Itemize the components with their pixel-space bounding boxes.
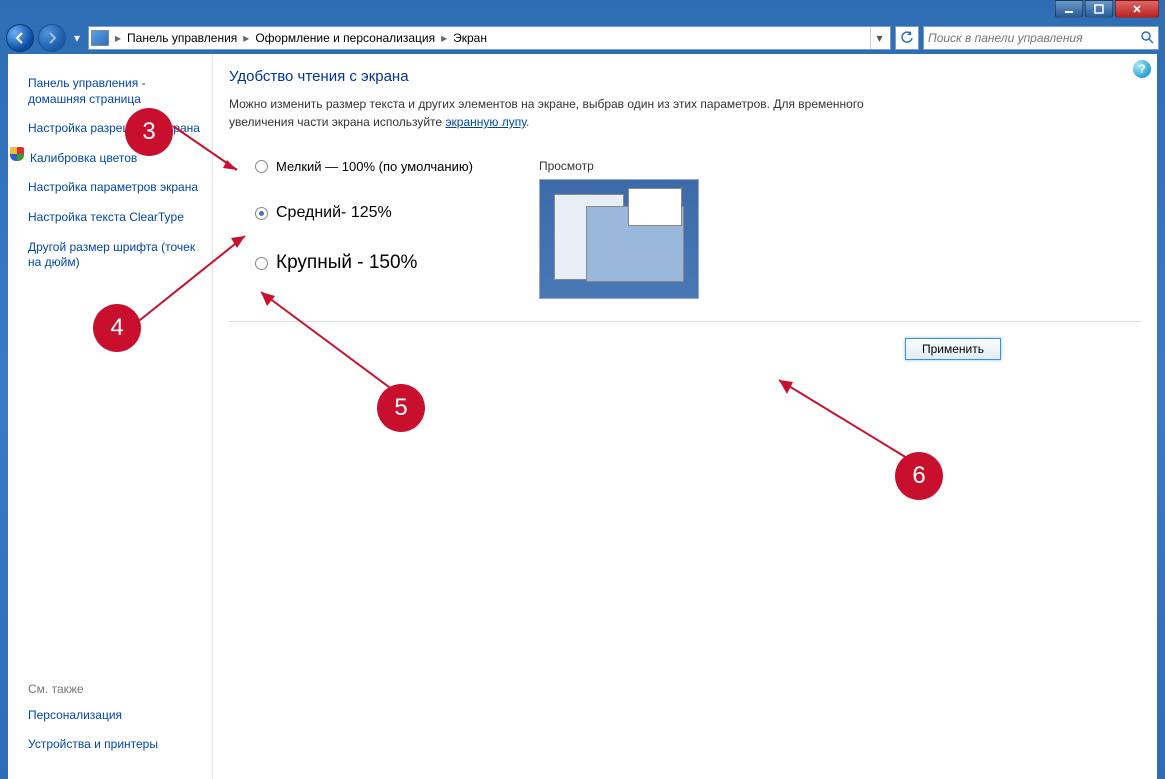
see-also-header: См. также: [28, 682, 200, 704]
window-controls: [1055, 0, 1159, 18]
maximize-button[interactable]: [1085, 0, 1113, 18]
desc-text: Можно изменить размер текста и других эл…: [229, 97, 864, 129]
sidebar-item-display-settings[interactable]: Настройка параметров экрана: [28, 176, 200, 206]
separator: [229, 321, 1141, 322]
sidebar: Панель управления - домашняя страница На…: [8, 54, 212, 779]
radio-option-medium[interactable]: Средний- 125%: [255, 204, 473, 222]
close-button[interactable]: [1115, 0, 1159, 18]
breadcrumb: ▸ Панель управления ▸ Оформление и персо…: [88, 26, 891, 50]
page-description: Можно изменить размер текста и других эл…: [229, 95, 909, 131]
breadcrumb-item-0[interactable]: Панель управления: [123, 31, 241, 45]
nav-history-dropdown[interactable]: ▾: [70, 28, 84, 48]
radio-option-small[interactable]: Мелкий — 100% (по умолчанию): [255, 159, 473, 174]
radio-input-medium[interactable]: [255, 207, 268, 220]
magnifier-link[interactable]: экранную лупу: [445, 115, 526, 129]
annotation-callout-5: 5: [377, 384, 425, 432]
search-input[interactable]: [928, 31, 1140, 45]
page-title: Удобство чтения с экрана: [229, 68, 1141, 85]
button-row: Применить: [229, 338, 1141, 360]
radio-label-large: Крупный - 150%: [276, 252, 417, 274]
breadcrumb-sep: ▸: [439, 31, 449, 45]
sidebar-footer: См. также Персонализация Устройства и пр…: [28, 682, 200, 771]
radio-group-dpi: Мелкий — 100% (по умолчанию) Средний- 12…: [229, 159, 473, 299]
breadcrumb-sep: ▸: [241, 31, 251, 45]
options-area: Мелкий — 100% (по умолчанию) Средний- 12…: [229, 159, 1141, 299]
preview-image: [539, 179, 699, 299]
radio-option-large[interactable]: Крупный - 150%: [255, 252, 473, 274]
see-also-devices[interactable]: Устройства и принтеры: [28, 733, 200, 763]
nav-forward-button[interactable]: [38, 24, 66, 52]
sidebar-item-calibration[interactable]: Калибровка цветов: [30, 147, 137, 177]
sidebar-item-custom-dpi[interactable]: Другой размер шрифта (точек на дюйм): [28, 236, 200, 281]
sidebar-item-home[interactable]: Панель управления - домашняя страница: [28, 72, 200, 117]
breadcrumb-dropdown[interactable]: ▾: [870, 27, 888, 49]
breadcrumb-item-2[interactable]: Экран: [449, 31, 491, 45]
breadcrumb-sep: ▸: [113, 31, 123, 45]
radio-label-medium: Средний- 125%: [276, 204, 392, 222]
search-icon[interactable]: [1140, 30, 1154, 47]
minimize-button[interactable]: [1055, 0, 1083, 18]
nav-back-button[interactable]: [6, 24, 34, 52]
annotation-callout-6: 6: [895, 452, 943, 500]
radio-input-small[interactable]: [255, 160, 268, 173]
preview-label: Просмотр: [533, 159, 699, 173]
address-bar: ▾ ▸ Панель управления ▸ Оформление и пер…: [0, 22, 1165, 54]
desc-text-post: .: [526, 115, 529, 129]
sidebar-item-resolution[interactable]: Настройка разрешения экрана: [28, 117, 200, 147]
control-panel-icon: [91, 30, 109, 46]
see-also-personalization[interactable]: Персонализация: [28, 704, 200, 734]
help-icon[interactable]: ?: [1133, 60, 1151, 78]
preview-column: Просмотр: [533, 159, 699, 299]
radio-input-large[interactable]: [255, 257, 268, 270]
content: ? Удобство чтения с экрана Можно изменит…: [212, 54, 1157, 779]
refresh-button[interactable]: [895, 26, 919, 50]
window-body: Панель управления - домашняя страница На…: [8, 54, 1157, 779]
radio-label-small: Мелкий — 100% (по умолчанию): [276, 159, 473, 174]
search-box[interactable]: [923, 26, 1159, 50]
shield-icon: [10, 147, 24, 161]
sidebar-item-cleartype[interactable]: Настройка текста ClearType: [28, 206, 200, 236]
annotation-arrow-6: [773, 374, 913, 464]
titlebar: [0, 0, 1165, 22]
breadcrumb-item-1[interactable]: Оформление и персонализация: [251, 31, 439, 45]
apply-button[interactable]: Применить: [905, 338, 1001, 360]
